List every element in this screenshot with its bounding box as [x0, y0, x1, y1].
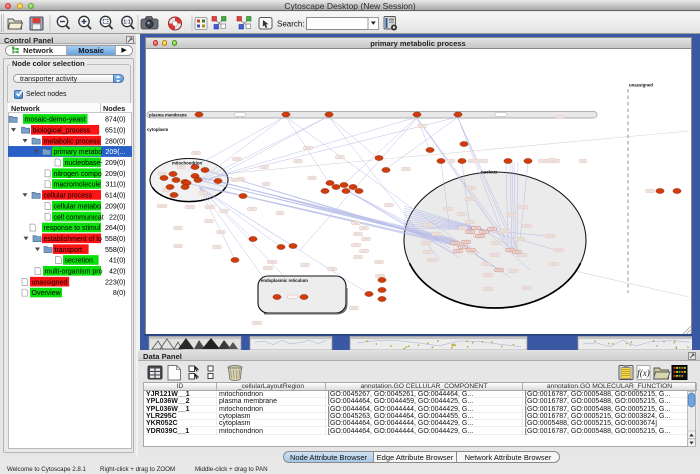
svg-text:f(x): f(x)	[637, 368, 650, 378]
svg-text:874(0): 874(0)	[105, 116, 126, 124]
svg-text:cell communicat: cell communicat	[54, 214, 104, 221]
svg-text:metabolic process: metabolic process	[44, 138, 101, 145]
svg-text:651(0): 651(0)	[105, 126, 126, 134]
svg-text:unassigned: unassigned	[32, 279, 68, 286]
svg-text:secretion: secretion	[65, 258, 94, 265]
svg-text:nucleobase-: nucleobase-	[65, 160, 104, 167]
svg-text:280(0): 280(0)	[105, 137, 126, 145]
svg-text:cellular process: cellular process	[44, 193, 93, 200]
svg-text:endoplasmic reticulum: endoplasmic reticulum	[261, 278, 308, 283]
svg-text:8(0): 8(0)	[113, 289, 126, 297]
svg-text:nitrogen compo: nitrogen compo	[54, 171, 102, 178]
svg-text:plasma membrane: plasma membrane	[149, 112, 187, 117]
svg-text:unassigned: unassigned	[629, 83, 653, 88]
svg-text:transport: transport	[55, 247, 83, 254]
svg-text:41(0): 41(0)	[109, 257, 126, 265]
svg-text:22(0): 22(0)	[109, 213, 126, 221]
svg-text:209(...: 209(...	[105, 148, 125, 156]
svg-text:mitochondrion: mitochondrion	[172, 161, 202, 166]
svg-text:209(0): 209(0)	[105, 202, 126, 210]
svg-text:42(0): 42(0)	[109, 268, 126, 276]
svg-text:multi-organism pro: multi-organism pro	[45, 269, 103, 276]
svg-text:1:1: 1:1	[123, 20, 130, 26]
svg-text:264(0): 264(0)	[105, 224, 126, 232]
svg-text:558(0): 558(0)	[105, 235, 126, 243]
svg-text:cellular metabo: cellular metabo	[54, 203, 102, 210]
svg-text:establishment of lo: establishment of lo	[44, 236, 102, 243]
svg-text:Search:: Search:	[277, 20, 305, 29]
svg-text:macromolecule: macromolecule	[54, 182, 102, 189]
svg-text:209(0): 209(0)	[105, 170, 126, 178]
svg-text:response to stimul: response to stimul	[44, 225, 101, 232]
svg-text:nucleus: nucleus	[481, 170, 498, 175]
svg-text:209(0): 209(0)	[105, 159, 126, 167]
svg-text:mosaic-demo-yeast: mosaic-demo-yeast	[25, 117, 86, 124]
svg-text:Overview: Overview	[32, 290, 62, 297]
svg-text:223(0): 223(0)	[105, 278, 126, 286]
svg-text:cytoplasm: cytoplasm	[147, 127, 168, 132]
svg-text:biological_process: biological_process	[33, 127, 91, 134]
svg-text:614(0): 614(0)	[105, 192, 126, 200]
svg-text:311(0): 311(0)	[106, 181, 126, 189]
svg-text:primary metabo: primary metabo	[54, 149, 103, 156]
svg-text:558(0): 558(0)	[105, 246, 126, 254]
